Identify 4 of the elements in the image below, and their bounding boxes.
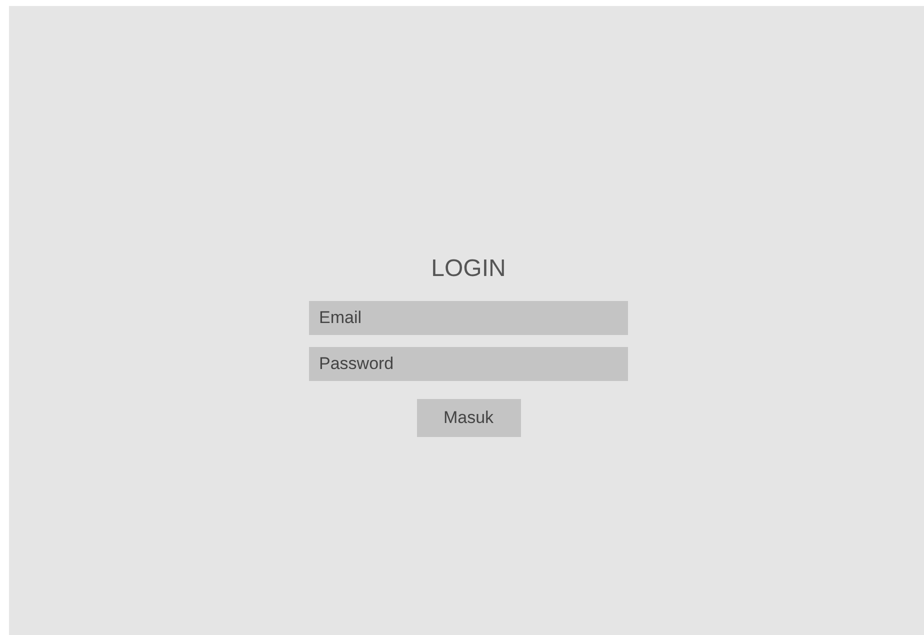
login-title: LOGIN <box>431 254 506 284</box>
email-field[interactable]: Email <box>309 301 628 335</box>
password-field[interactable]: Password <box>309 347 628 381</box>
login-button[interactable]: Masuk <box>416 399 520 437</box>
